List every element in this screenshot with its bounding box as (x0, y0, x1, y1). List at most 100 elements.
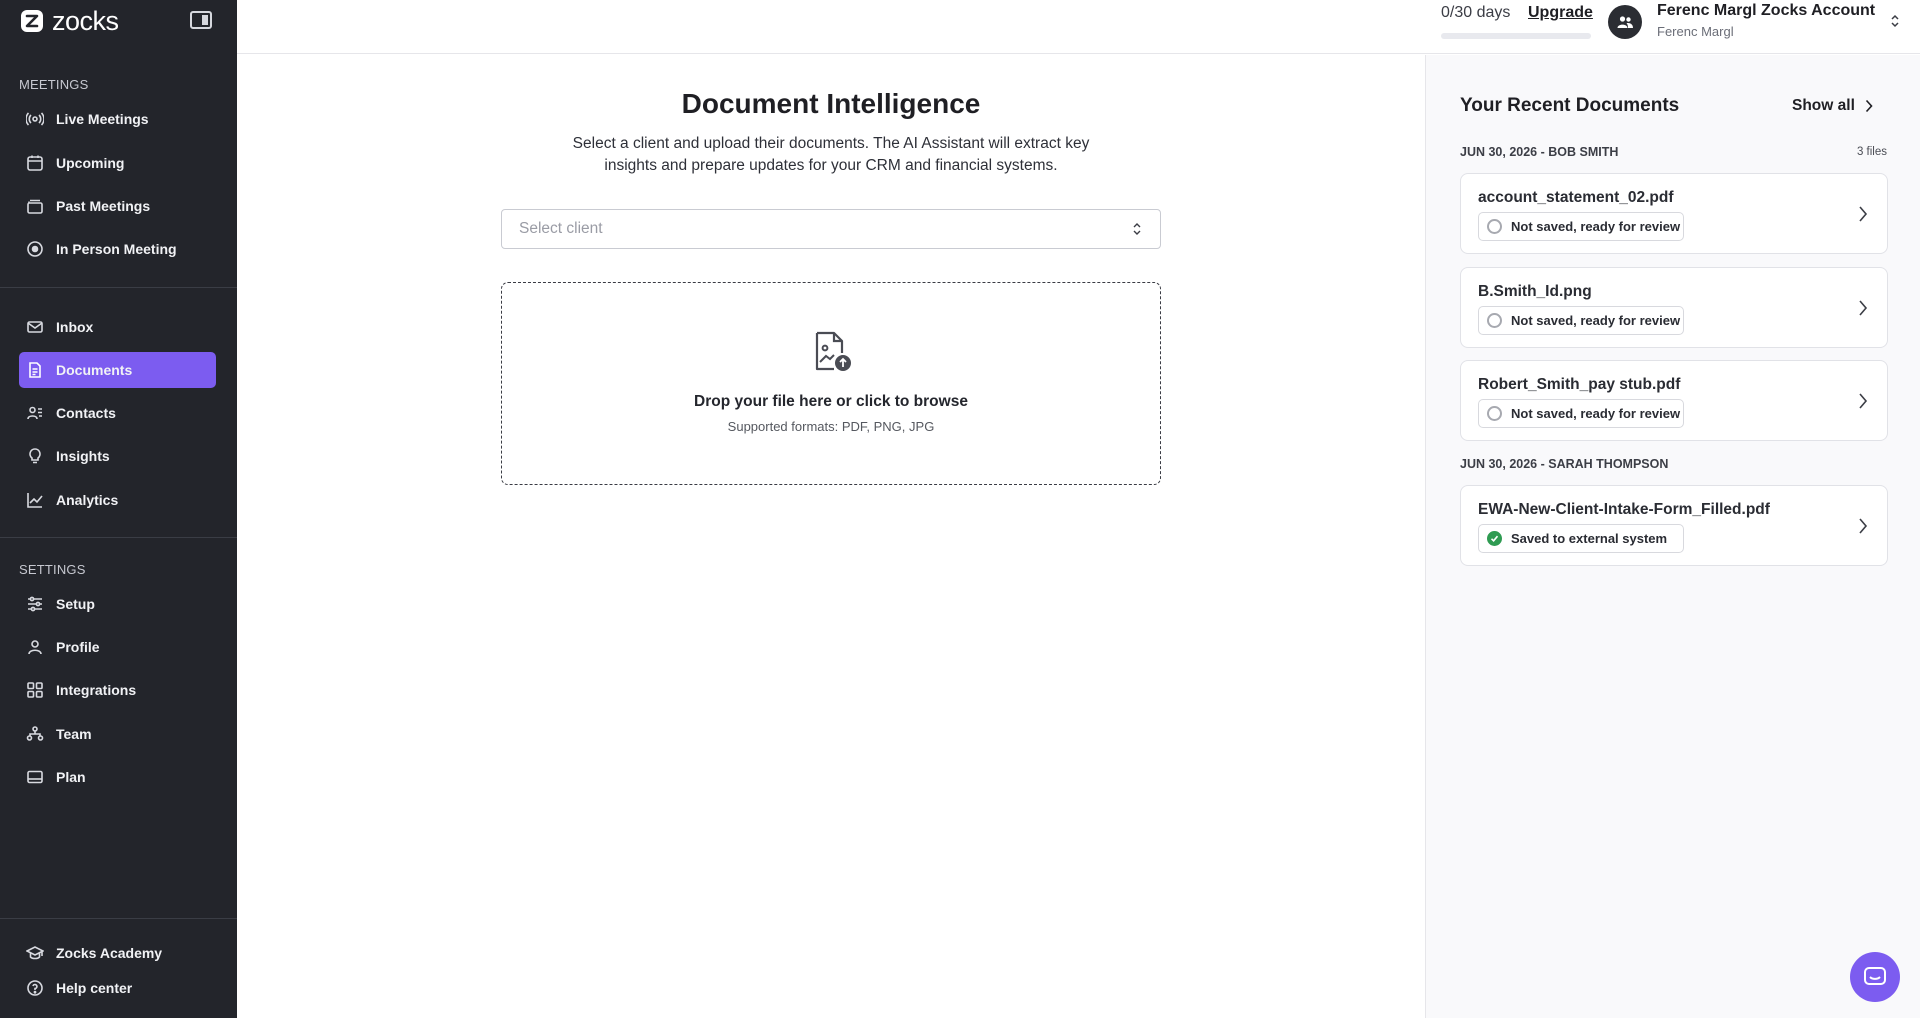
sidebar-item-contacts[interactable]: Contacts (19, 395, 216, 431)
zocks-logo-icon (21, 10, 43, 32)
sidebar-divider (0, 918, 237, 919)
sidebar-item-label: Inbox (56, 319, 94, 335)
page-title: Document Intelligence (681, 88, 981, 119)
document-name: Robert_Smith_pay stub.pdf (1478, 376, 1681, 393)
check-circle-icon (1487, 531, 1502, 546)
sidebar-item-label: Zocks Academy (56, 945, 163, 961)
document-name: B.Smith_Id.png (1478, 283, 1592, 300)
lightbulb-icon (26, 447, 44, 465)
document-name: EWA-New-Client-Intake-Form_Filled.pdf (1478, 501, 1770, 518)
sliders-icon (26, 595, 44, 613)
trial-days-text: 0/30 days (1441, 4, 1511, 21)
upgrade-link[interactable]: Upgrade (1528, 4, 1593, 22)
chevron-right-icon (1859, 393, 1868, 409)
status-badge: Not saved, ready for review (1478, 399, 1684, 428)
document-card[interactable]: account_statement_02.pdf Not saved, read… (1460, 173, 1888, 254)
dropzone-title: Drop your file here or click to browse (694, 393, 968, 410)
grid-icon (26, 681, 44, 699)
team-icon (26, 725, 44, 743)
chevron-right-icon (1865, 99, 1873, 113)
sidebar-item-integrations[interactable]: Integrations (19, 672, 216, 708)
chevron-right-icon (1859, 206, 1868, 222)
sidebar-item-zocks-academy[interactable]: Zocks Academy (19, 935, 216, 971)
document-card[interactable]: B.Smith_Id.png Not saved, ready for revi… (1460, 267, 1888, 348)
sidebar-item-plan[interactable]: Plan (19, 759, 216, 795)
sidebar-divider (0, 537, 237, 538)
show-all-link[interactable]: Show all (1792, 97, 1873, 115)
sidebar-item-setup[interactable]: Setup (19, 586, 216, 622)
chevron-up-down-icon (1133, 223, 1141, 235)
settings-section-label: SETTINGS (19, 562, 86, 577)
status-text: Not saved, ready for review (1511, 219, 1681, 234)
group-label: JUN 30, 2026 - SARAH THOMPSON (1460, 457, 1669, 471)
sidebar-item-inbox[interactable]: Inbox (19, 309, 216, 345)
document-icon (26, 361, 44, 379)
help-icon (26, 979, 44, 997)
account-name[interactable]: Ferenc Margl Zocks Account (1657, 2, 1875, 20)
document-card[interactable]: Robert_Smith_pay stub.pdf Not saved, rea… (1460, 360, 1888, 441)
card-icon (26, 768, 44, 786)
contacts-icon (26, 404, 44, 422)
status-text: Not saved, ready for review (1511, 406, 1681, 421)
file-upload-icon (815, 331, 851, 371)
brand[interactable]: zocks (20, 6, 119, 36)
sidebar-item-label: Analytics (56, 492, 119, 508)
meetings-section-label: MEETINGS (19, 77, 89, 92)
pending-circle-icon (1487, 219, 1502, 234)
client-select-placeholder: Select client (519, 220, 603, 237)
sidebar-item-label: Live Meetings (56, 111, 149, 127)
archive-icon (26, 197, 44, 215)
document-name: account_statement_02.pdf (1478, 189, 1674, 206)
graduation-icon (26, 944, 44, 962)
page-description: Select a client and upload their documen… (572, 135, 1090, 174)
status-badge: Saved to external system (1478, 524, 1684, 553)
sidebar-item-upcoming[interactable]: Upcoming (19, 145, 216, 181)
chevron-right-icon (1859, 518, 1868, 534)
sidebar-item-help-center[interactable]: Help center (19, 970, 216, 1006)
sidebar-item-insights[interactable]: Insights (19, 438, 216, 474)
status-badge: Not saved, ready for review (1478, 212, 1684, 241)
pending-circle-icon (1487, 313, 1502, 328)
sidebar-item-analytics[interactable]: Analytics (19, 482, 216, 518)
dropzone-formats: Supported formats: PDF, PNG, JPG (727, 419, 935, 434)
chevron-up-down-icon[interactable] (1889, 13, 1901, 29)
status-text: Saved to external system (1511, 531, 1668, 546)
user-icon (26, 638, 44, 656)
sidebar-collapse-icon[interactable] (190, 11, 212, 29)
record-icon (26, 240, 44, 258)
sidebar-item-profile[interactable]: Profile (19, 629, 216, 665)
broadcast-icon (26, 110, 44, 128)
chat-support-button[interactable] (1850, 952, 1900, 1002)
sidebar-item-label: Documents (56, 362, 133, 378)
account-user: Ferenc Margl (1657, 24, 1734, 39)
brand-name: zocks (52, 5, 119, 36)
status-badge: Not saved, ready for review (1478, 306, 1684, 335)
file-dropzone[interactable]: Drop your file here or click to browse S… (501, 282, 1161, 485)
sidebar: zocks MEETINGS Live Meetings Upcoming Pa… (0, 0, 237, 1018)
pending-circle-icon (1487, 406, 1502, 421)
sidebar-item-documents[interactable]: Documents (19, 352, 216, 388)
sidebar-item-live-meetings[interactable]: Live Meetings (19, 101, 216, 137)
sidebar-item-team[interactable]: Team (19, 716, 216, 752)
document-card[interactable]: EWA-New-Client-Intake-Form_Filled.pdf Sa… (1460, 485, 1888, 566)
sidebar-divider (0, 287, 237, 288)
sidebar-item-in-person-meeting[interactable]: In Person Meeting (19, 231, 216, 267)
trial-progress-bar (1441, 33, 1591, 39)
show-all-label: Show all (1792, 97, 1855, 114)
sidebar-item-label: Upcoming (56, 155, 125, 171)
sidebar-item-label: Integrations (56, 682, 137, 698)
account-avatar[interactable] (1608, 5, 1642, 39)
sidebar-item-label: Setup (56, 596, 95, 612)
chart-icon (26, 491, 44, 509)
sidebar-item-label: Team (56, 726, 92, 742)
chevron-right-icon (1859, 300, 1868, 316)
status-text: Not saved, ready for review (1511, 313, 1681, 328)
sidebar-item-label: Past Meetings (56, 198, 151, 214)
client-select[interactable]: Select client (501, 209, 1161, 249)
sidebar-item-label: Profile (56, 639, 100, 655)
mail-icon (26, 318, 44, 336)
sidebar-item-past-meetings[interactable]: Past Meetings (19, 188, 216, 224)
group-file-count: 3 files (1856, 146, 1887, 158)
sidebar-item-label: Contacts (56, 405, 116, 421)
recent-documents-panel: Your Recent Documents Show all JUN 30, 2… (1425, 55, 1920, 1018)
